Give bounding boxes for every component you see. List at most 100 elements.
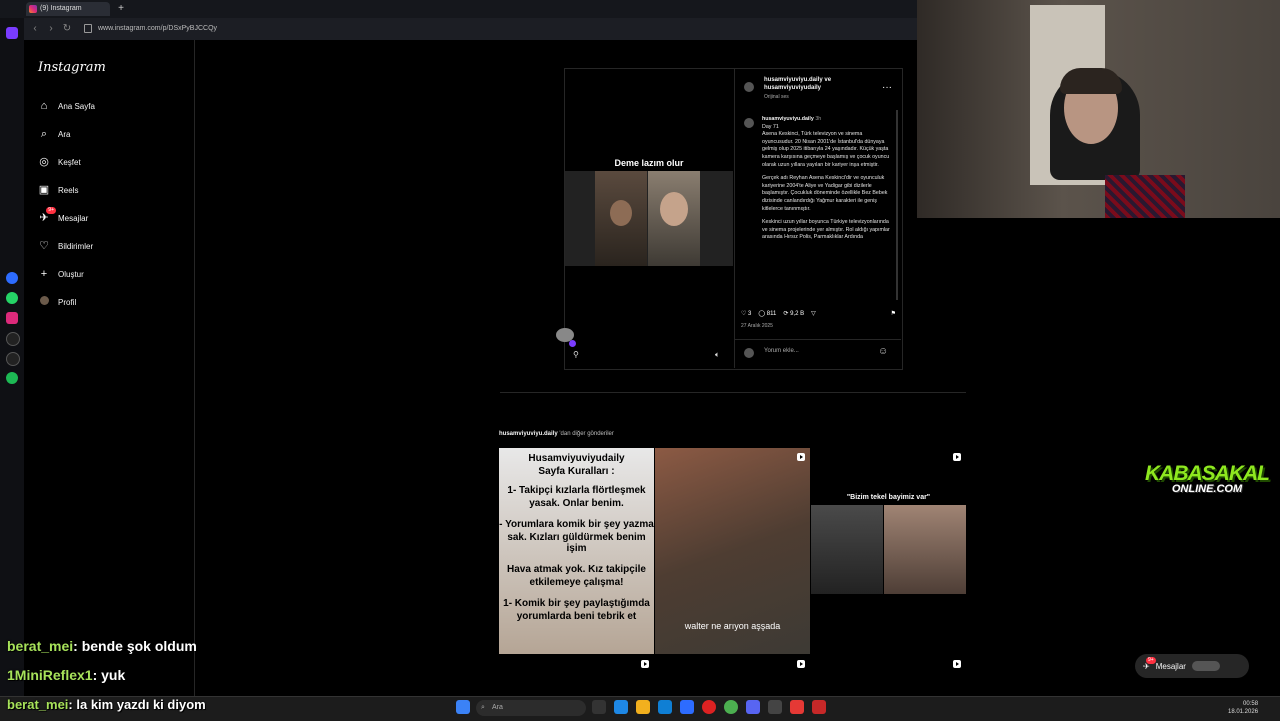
- more-posts-user[interactable]: husamviyuviyu.daily: [499, 431, 558, 437]
- messenger-icon: ✈ 9+: [1143, 656, 1156, 671]
- grid-tile-walter[interactable]: walter ne arıyon aşşada: [655, 448, 810, 654]
- grid-tile-rules[interactable]: Husamviyuviyudaily Sayfa Kuralları : 1- …: [499, 448, 654, 654]
- tiktok-icon[interactable]: [6, 332, 20, 346]
- instagram-favicon-icon: [29, 5, 37, 13]
- app-icon[interactable]: [768, 700, 782, 714]
- file-explorer-icon[interactable]: [636, 700, 650, 714]
- caption-paragraph: Day 71 Asena Keskinci, Türk televizyon v…: [762, 123, 890, 168]
- start-icon[interactable]: [456, 700, 470, 714]
- reels-icon: ▣: [38, 184, 50, 196]
- forward-arrow-icon[interactable]: ›: [44, 22, 58, 36]
- chrome-icon[interactable]: [724, 700, 738, 714]
- whatsapp-icon[interactable]: [6, 292, 18, 304]
- sidebar-item-explore[interactable]: ◎ Keşfet: [38, 153, 81, 171]
- chat-username: 1MiniReflex1: [7, 667, 93, 683]
- heart-icon: ♡: [39, 240, 49, 252]
- reel-icon: [797, 660, 805, 668]
- bookmark-icon[interactable]: ⚑: [891, 310, 896, 317]
- tile-image-right: [884, 505, 966, 594]
- audio-label[interactable]: Orijinal ses: [764, 94, 789, 100]
- tab-instagram[interactable]: (9) Instagram: [26, 2, 110, 16]
- tab-title: (9) Instagram: [40, 5, 82, 12]
- sidebar-item-label: Reels: [58, 185, 79, 195]
- reel-icon: [641, 660, 649, 668]
- compass-icon: ◎: [39, 156, 49, 168]
- tile-text-line: yasak. Onlar benim.: [529, 498, 624, 509]
- sidebar-item-reels[interactable]: ▣ Reels: [38, 181, 79, 199]
- chat-text: : bende şok oldum: [73, 638, 197, 654]
- sidebar-item-label: Ara: [58, 129, 71, 139]
- post-authors[interactable]: husamviyuviyu.daily ve husamviyuviyudail…: [764, 76, 854, 92]
- messenger-icon[interactable]: [6, 272, 18, 284]
- tile-text-line: sak. Kızları güldürmek benim işim: [507, 532, 646, 554]
- messages-badge: 9+: [46, 207, 56, 214]
- post-date: 27 Aralık 2025: [741, 323, 773, 329]
- plus-icon: +: [40, 268, 48, 280]
- opera-icon[interactable]: [702, 700, 716, 714]
- sidebar-item-notifications[interactable]: ♡ Bildirimler: [38, 237, 93, 255]
- spotify-icon[interactable]: [6, 372, 18, 384]
- sidebar-item-label: Keşfet: [58, 157, 81, 167]
- grid-tile-tekel[interactable]: "Bizim tekel bayimiz var": [811, 448, 966, 654]
- grid-tile-next[interactable]: [811, 656, 966, 696]
- grid-tile-next[interactable]: [499, 656, 654, 696]
- instagram-icon[interactable]: [6, 312, 18, 324]
- repost-button[interactable]: ⟳ 9,2 B: [783, 310, 804, 317]
- comment-input[interactable]: Yorum ekle...: [764, 348, 799, 354]
- caption-scrollbar[interactable]: [896, 110, 898, 300]
- chat-message: berat_mei: bende şok oldum: [7, 638, 197, 654]
- back-arrow-icon[interactable]: ‹: [28, 22, 42, 36]
- user-tag-icon[interactable]: ⚲: [573, 350, 579, 359]
- comment-button[interactable]: ◯ 811: [758, 310, 776, 317]
- tile-text-line: - Yorumlara komik bir şey yazma: [499, 519, 654, 530]
- sidebar-item-label: Ana Sayfa: [58, 101, 95, 111]
- taskbar-search[interactable]: ⌕ Ara: [476, 700, 586, 716]
- tile-text-line: Sayfa Kuralları :: [538, 466, 615, 477]
- author-avatar[interactable]: [744, 82, 754, 92]
- url-field[interactable]: www.instagram.com/p/DSxPyBJCCQy: [98, 22, 217, 36]
- chat-message: 1MiniReflex1: yuk: [7, 667, 125, 683]
- more-options-icon[interactable]: ···: [882, 82, 892, 93]
- share-icon[interactable]: ▽: [811, 310, 816, 317]
- edge-icon[interactable]: [658, 700, 672, 714]
- app-icon[interactable]: [614, 700, 628, 714]
- emoji-icon[interactable]: ☺: [878, 346, 888, 357]
- caption-username[interactable]: husamviyuviyu.daily: [762, 116, 814, 122]
- taskbar-clock[interactable]: 00:58 18.01.2026: [1228, 700, 1258, 716]
- home-icon[interactable]: [6, 27, 18, 39]
- volume-icon[interactable]: 🔈︎: [715, 350, 720, 360]
- app-icon[interactable]: [812, 700, 826, 714]
- x-icon[interactable]: [6, 352, 20, 366]
- sidebar-item-home[interactable]: ⌂ Ana Sayfa: [38, 97, 95, 115]
- messages-badge: 9+: [1146, 656, 1156, 664]
- task-view-icon[interactable]: [592, 700, 606, 714]
- tile-text-line: etkilemeye çalışma!: [529, 577, 624, 588]
- chat-message: berat_mei: la kim yazdı ki diyom: [7, 697, 206, 712]
- discord-icon[interactable]: [746, 700, 760, 714]
- reload-icon[interactable]: ↻: [60, 22, 74, 36]
- reel-icon: [953, 453, 961, 461]
- opera-gx-icon[interactable]: [790, 700, 804, 714]
- sidebar-item-messages[interactable]: ✈ 9+ Mesajlar: [38, 207, 88, 227]
- tile-caption: "Bizim tekel bayimiz var": [846, 494, 931, 501]
- sidebar-item-search[interactable]: ⌕ Ara: [38, 125, 71, 143]
- caption-avatar[interactable]: [744, 118, 754, 128]
- tile-text-line: Husamviyuviyudaily: [528, 453, 625, 464]
- avatar: [1191, 661, 1220, 671]
- sidebar-item-label: Oluştur: [58, 269, 84, 279]
- sidebar-item-profile[interactable]: Profil: [38, 293, 76, 311]
- app-icon[interactable]: [680, 700, 694, 714]
- clock-time: 00:58: [1243, 701, 1259, 707]
- search-icon: ⌕: [481, 704, 485, 711]
- like-button[interactable]: ♡ 3: [741, 310, 751, 317]
- search-placeholder: Ara: [492, 704, 503, 711]
- reel-icon: [953, 660, 961, 668]
- messages-pill[interactable]: ✈ 9+ Mesajlar: [1135, 654, 1249, 678]
- new-tab-button[interactable]: +: [115, 3, 127, 15]
- instagram-logo[interactable]: Instagram: [38, 60, 106, 75]
- avatar: [38, 296, 50, 308]
- grid-tile-next[interactable]: [655, 656, 810, 696]
- tile-text-line: 1- Takipçi kızlarla flörtleşmek: [507, 485, 646, 496]
- sidebar-item-create[interactable]: + Oluştur: [38, 265, 84, 283]
- messages-pill-label: Mesajlar: [1155, 661, 1186, 671]
